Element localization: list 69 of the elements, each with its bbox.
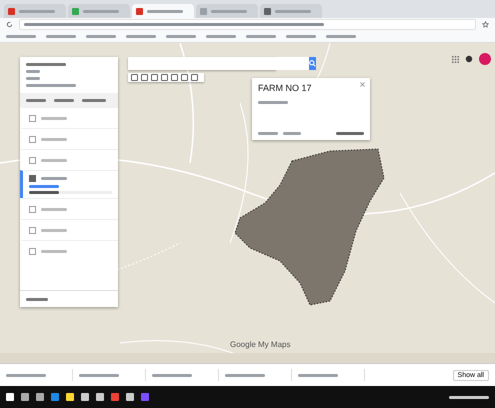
illegible-text — [41, 116, 67, 120]
illegible-text — [26, 84, 76, 87]
download-item[interactable] — [225, 369, 292, 381]
download-item[interactable] — [298, 369, 365, 381]
star-icon[interactable] — [482, 20, 489, 28]
illegible-text — [298, 374, 338, 376]
illegible-text — [46, 34, 76, 38]
illegible-text — [41, 208, 67, 210]
illegible-text — [19, 10, 55, 12]
illegible-text — [206, 34, 236, 38]
illegible-text — [41, 250, 67, 252]
illegible-text — [6, 34, 36, 38]
illegible-text — [283, 132, 301, 135]
illegible-text — [26, 63, 66, 66]
illegible-text — [6, 374, 46, 376]
illegible-text — [326, 34, 356, 38]
browser-tab[interactable] — [132, 4, 194, 18]
checkbox[interactable] — [29, 136, 36, 142]
popup-title: FARM NO 17 — [258, 83, 312, 93]
illegible-text — [79, 374, 119, 376]
illegible-text — [86, 34, 116, 38]
illegible-text — [258, 132, 278, 135]
illegible-text — [225, 374, 265, 376]
download-item[interactable] — [6, 369, 73, 381]
illegible-text — [41, 177, 67, 180]
download-item[interactable] — [79, 369, 146, 381]
illegible-text — [26, 298, 48, 300]
illegible-text — [336, 132, 364, 135]
illegible-text — [41, 228, 67, 232]
checkbox[interactable] — [29, 248, 36, 254]
illegible-text — [152, 374, 192, 376]
browser-tab[interactable] — [260, 4, 322, 18]
apps-icon[interactable] — [452, 56, 459, 62]
search-button[interactable] — [309, 57, 316, 70]
search-icon — [309, 60, 316, 67]
browser-tab[interactable] — [4, 4, 66, 18]
illegible-text — [82, 98, 106, 102]
download-item[interactable] — [152, 369, 219, 381]
close-icon[interactable] — [360, 82, 365, 87]
illegible-text — [29, 191, 59, 194]
illegible-text — [147, 10, 183, 12]
search-field[interactable] — [128, 57, 309, 70]
checkbox[interactable] — [29, 226, 36, 234]
address-field[interactable] — [19, 18, 476, 30]
browser-tab[interactable] — [68, 4, 130, 18]
illegible-text — [41, 158, 67, 162]
illegible-text — [275, 10, 311, 12]
illegible-text — [286, 34, 316, 38]
layer-item[interactable] — [20, 170, 118, 198]
illegible-text — [26, 70, 40, 73]
checkbox[interactable] — [29, 175, 36, 182]
checkbox[interactable] — [29, 156, 36, 164]
illegible-text — [54, 98, 74, 102]
illegible-text — [126, 34, 156, 38]
farm-polygon[interactable] — [234, 148, 385, 306]
illegible-text — [166, 34, 196, 38]
checkbox[interactable] — [29, 206, 36, 212]
illegible-text — [41, 138, 67, 140]
illegible-text — [246, 34, 276, 38]
illegible-text — [29, 185, 59, 188]
map-footer: Google My Maps — [230, 340, 290, 349]
illegible-text — [449, 396, 489, 398]
illegible-text — [26, 77, 40, 80]
illegible-text — [211, 10, 247, 12]
illegible-text — [258, 101, 288, 104]
reload-icon[interactable] — [6, 20, 13, 28]
illegible-text — [83, 10, 119, 12]
illegible-text — [26, 98, 46, 102]
checkbox[interactable] — [29, 114, 36, 122]
